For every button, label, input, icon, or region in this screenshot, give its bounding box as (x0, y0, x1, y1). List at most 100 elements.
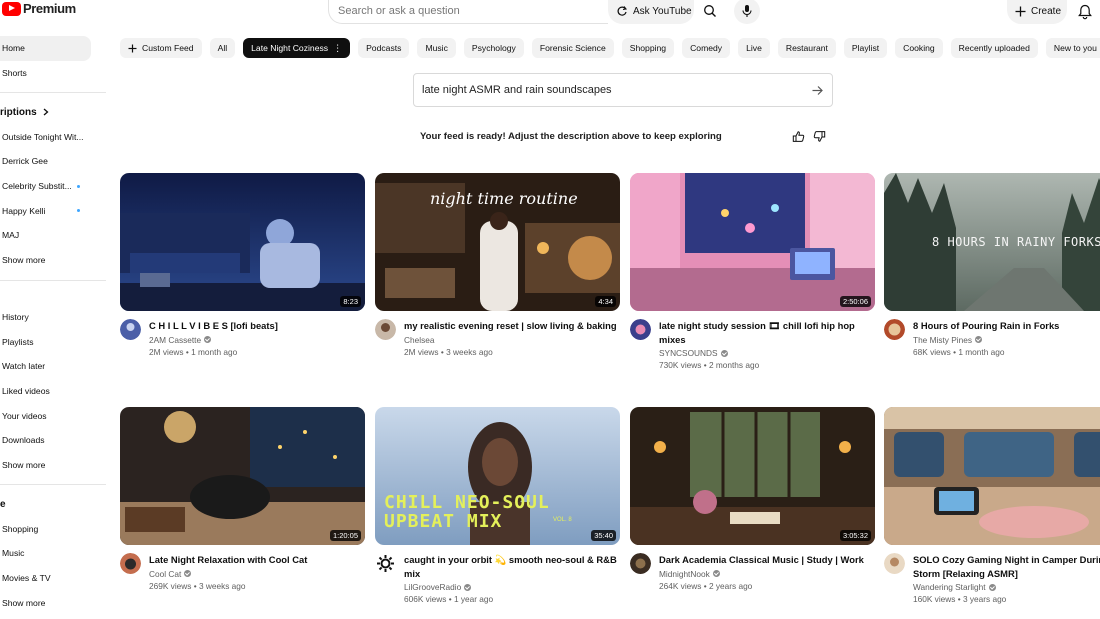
sidebar-item-subscription[interactable]: Outside Tonight Wit... (0, 124, 106, 149)
new-content-dot (77, 209, 80, 213)
video-thumbnail[interactable] (884, 407, 1100, 545)
sidebar-item-watch-later[interactable]: Watch later (0, 354, 106, 379)
video-thumbnail[interactable]: CHILL NEO-SOUL UPBEAT MIX VOL. 8 35:40 (375, 407, 620, 545)
channel-name[interactable]: SYNCSOUNDS (659, 348, 875, 358)
sidebar-item-downloads[interactable]: Downloads (0, 428, 106, 453)
channel-avatar[interactable] (375, 319, 396, 340)
channel-avatar[interactable] (630, 553, 651, 574)
video-card[interactable]: 8 HOURS IN RAINY FORKS 8 Hours of Pourin… (884, 173, 1100, 357)
sidebar-item-show-more[interactable]: Show more (0, 453, 106, 478)
custom-feed-prompt-field[interactable]: late night ASMR and rain soundscapes (413, 73, 833, 107)
channel-name[interactable]: Wandering Starlight (913, 582, 1100, 592)
thumbs-down-icon[interactable] (813, 130, 826, 143)
video-thumbnail[interactable]: 3:05:32 (630, 407, 875, 545)
video-thumbnail[interactable]: 2:50:06 (630, 173, 875, 311)
video-title[interactable]: my realistic evening reset | slow living… (404, 319, 620, 333)
sidebar-item-liked-videos[interactable]: Liked videos (0, 379, 106, 404)
sidebar-item-home[interactable]: Home (0, 36, 91, 61)
sidebar-item-history[interactable]: History (0, 305, 106, 330)
video-thumbnail[interactable]: 8 HOURS IN RAINY FORKS (884, 173, 1100, 311)
sidebar: Home Shorts riptions Outside Tonight Wit… (0, 36, 106, 615)
chip-restaurant[interactable]: Restaurant (777, 38, 836, 58)
channel-name-text: Chelsea (404, 334, 435, 345)
video-title[interactable]: C H I L L V I B E S [lofi beats] (149, 319, 365, 333)
chip-recently-uploaded[interactable]: Recently uploaded (950, 38, 1038, 58)
video-card[interactable]: night time routine 4:34 my realistic eve… (375, 173, 620, 357)
sidebar-item-subscription[interactable]: Celebrity Substit... (0, 174, 106, 199)
channel-avatar[interactable] (630, 319, 651, 340)
channel-avatar[interactable] (884, 553, 905, 574)
ask-youtube-button[interactable]: Ask YouTube (608, 0, 694, 24)
video-thumbnail[interactable]: night time routine 4:34 (375, 173, 620, 311)
channel-name[interactable]: The Misty Pines (913, 335, 1100, 345)
sparkle-refresh-icon (617, 6, 628, 16)
chip-custom-feed[interactable]: Custom Feed (120, 38, 202, 58)
notifications-bell-icon[interactable] (1076, 3, 1094, 21)
chip-new-to-you[interactable]: New to you (1045, 38, 1100, 58)
chip-all[interactable]: All (209, 38, 236, 58)
sidebar-item-subscription[interactable]: Derrick Gee (0, 149, 106, 174)
video-thumbnail[interactable]: 1:20:05 (120, 407, 365, 545)
youtube-premium-logo[interactable]: Premium (2, 1, 76, 16)
chip-comedy[interactable]: Comedy (682, 38, 731, 58)
video-card[interactable]: 3:05:32 Dark Academia Classical Music | … (630, 407, 875, 591)
sidebar-item-subscription[interactable]: Happy Kelli (0, 198, 106, 223)
video-title[interactable]: caught in your orbit 💫 smooth neo-soul &… (404, 553, 620, 580)
channel-name[interactable]: Cool Cat (149, 569, 365, 579)
chip-late-night-coziness[interactable]: Late Night Coziness ⋮ (243, 38, 351, 58)
kebab-menu-icon[interactable]: ⋮ (333, 43, 342, 53)
sidebar-item-label: Music (2, 548, 25, 559)
video-card[interactable]: SOLO Cozy Gaming Night in Camper During … (884, 407, 1100, 604)
video-thumbnail[interactable]: 8:23 (120, 173, 365, 311)
sidebar-item-shopping[interactable]: Shopping (0, 516, 106, 541)
chip-forensic-science[interactable]: Forensic Science (531, 38, 614, 58)
chip-music[interactable]: Music (417, 38, 456, 58)
video-title[interactable]: 8 Hours of Pouring Rain in Forks (913, 319, 1100, 333)
video-card[interactable]: 8:23 C H I L L V I B E S [lofi beats] 2A… (120, 173, 365, 357)
voice-search-button[interactable] (734, 0, 760, 24)
channel-name[interactable]: 2AM Cassette (149, 335, 365, 345)
sidebar-item-playlists[interactable]: Playlists (0, 329, 106, 354)
sidebar-item-label: Movies & TV (2, 573, 51, 584)
video-stats: 264K views • 2 years ago (659, 580, 753, 591)
sidebar-heading-subscriptions[interactable]: riptions (0, 100, 106, 124)
video-card[interactable]: 1:20:05 Late Night Relaxation with Cool … (120, 407, 365, 591)
channel-avatar[interactable] (884, 319, 905, 340)
channel-name[interactable]: MidnightNook (659, 569, 875, 579)
sidebar-item-your-videos[interactable]: Your videos (0, 403, 106, 428)
channel-name-text: LilGrooveRadio (404, 582, 462, 593)
chip-podcasts[interactable]: Podcasts (358, 38, 410, 58)
sidebar-item-movies-tv[interactable]: Movies & TV (0, 566, 106, 591)
search-button[interactable] (697, 0, 723, 24)
chip-label: Cooking (903, 43, 935, 53)
chip-live[interactable]: Live (738, 38, 770, 58)
sidebar-divider (0, 484, 106, 486)
video-stats: 606K views • 1 year ago (404, 594, 494, 605)
channel-name[interactable]: Chelsea (404, 335, 620, 345)
video-title[interactable]: late night study session 🎞 chill lofi hi… (659, 319, 875, 346)
video-title[interactable]: Late Night Relaxation with Cool Cat (149, 553, 365, 567)
chip-label: Podcasts (366, 43, 402, 53)
channel-name[interactable]: LilGrooveRadio (404, 582, 620, 592)
thumbs-up-icon[interactable] (792, 130, 805, 143)
sidebar-item-music[interactable]: Music (0, 541, 106, 566)
chip-psychology[interactable]: Psychology (463, 38, 524, 58)
channel-avatar[interactable] (375, 553, 396, 574)
channel-avatar[interactable] (120, 319, 141, 340)
video-title[interactable]: SOLO Cozy Gaming Night in Camper During … (913, 553, 1100, 580)
search-box[interactable] (328, 0, 608, 24)
chip-shopping[interactable]: Shopping (621, 38, 675, 58)
sidebar-item-show-more[interactable]: Show more (0, 248, 106, 273)
sidebar-item-shorts[interactable]: Shorts (0, 61, 106, 86)
sidebar-item-show-more[interactable]: Show more (0, 590, 106, 615)
arrow-right-icon[interactable] (811, 84, 824, 97)
chip-cooking[interactable]: Cooking (895, 38, 943, 58)
video-card[interactable]: CHILL NEO-SOUL UPBEAT MIX VOL. 8 35:40 c… (375, 407, 620, 604)
channel-avatar[interactable] (120, 553, 141, 574)
create-button[interactable]: Create (1007, 0, 1067, 24)
video-card[interactable]: 2:50:06 late night study session 🎞 chill… (630, 173, 875, 370)
sidebar-item-subscription[interactable]: MAJ (0, 223, 106, 248)
video-title[interactable]: Dark Academia Classical Music | Study | … (659, 553, 875, 567)
chip-playlist[interactable]: Playlist (843, 38, 888, 58)
search-input[interactable] (329, 0, 608, 23)
